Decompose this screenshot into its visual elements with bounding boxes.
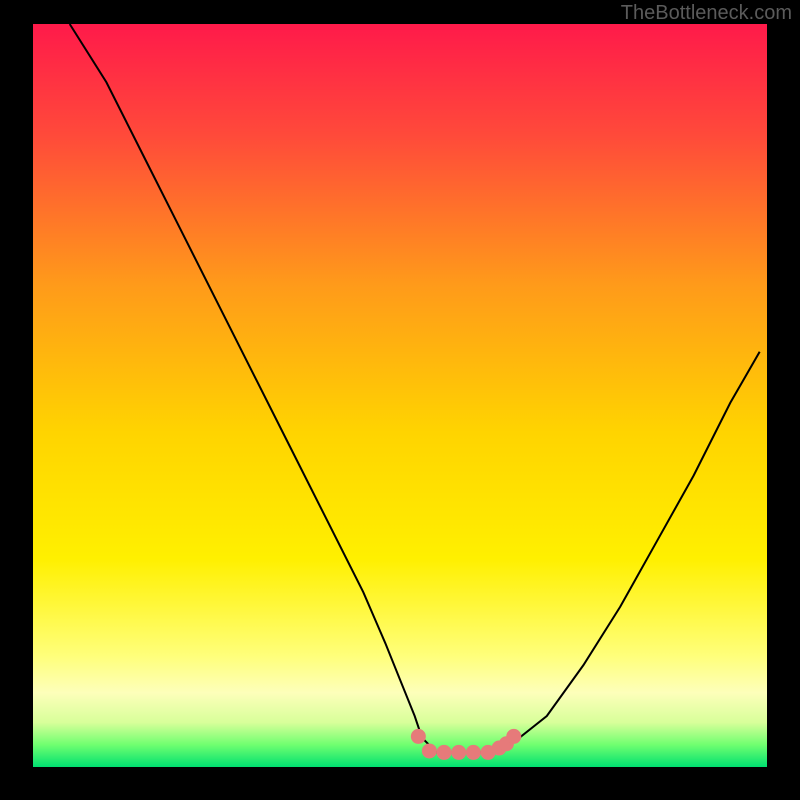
highlight-dot xyxy=(451,745,466,760)
highlight-dot xyxy=(466,745,481,760)
highlight-dot xyxy=(437,745,452,760)
highlight-dot xyxy=(422,743,437,758)
highlight-dot xyxy=(506,729,521,744)
plot-background xyxy=(33,24,767,767)
bottleneck-chart xyxy=(0,0,800,800)
chart-container: TheBottleneck.com xyxy=(0,0,800,800)
highlight-dot xyxy=(411,729,426,744)
watermark-text: TheBottleneck.com xyxy=(621,2,792,25)
